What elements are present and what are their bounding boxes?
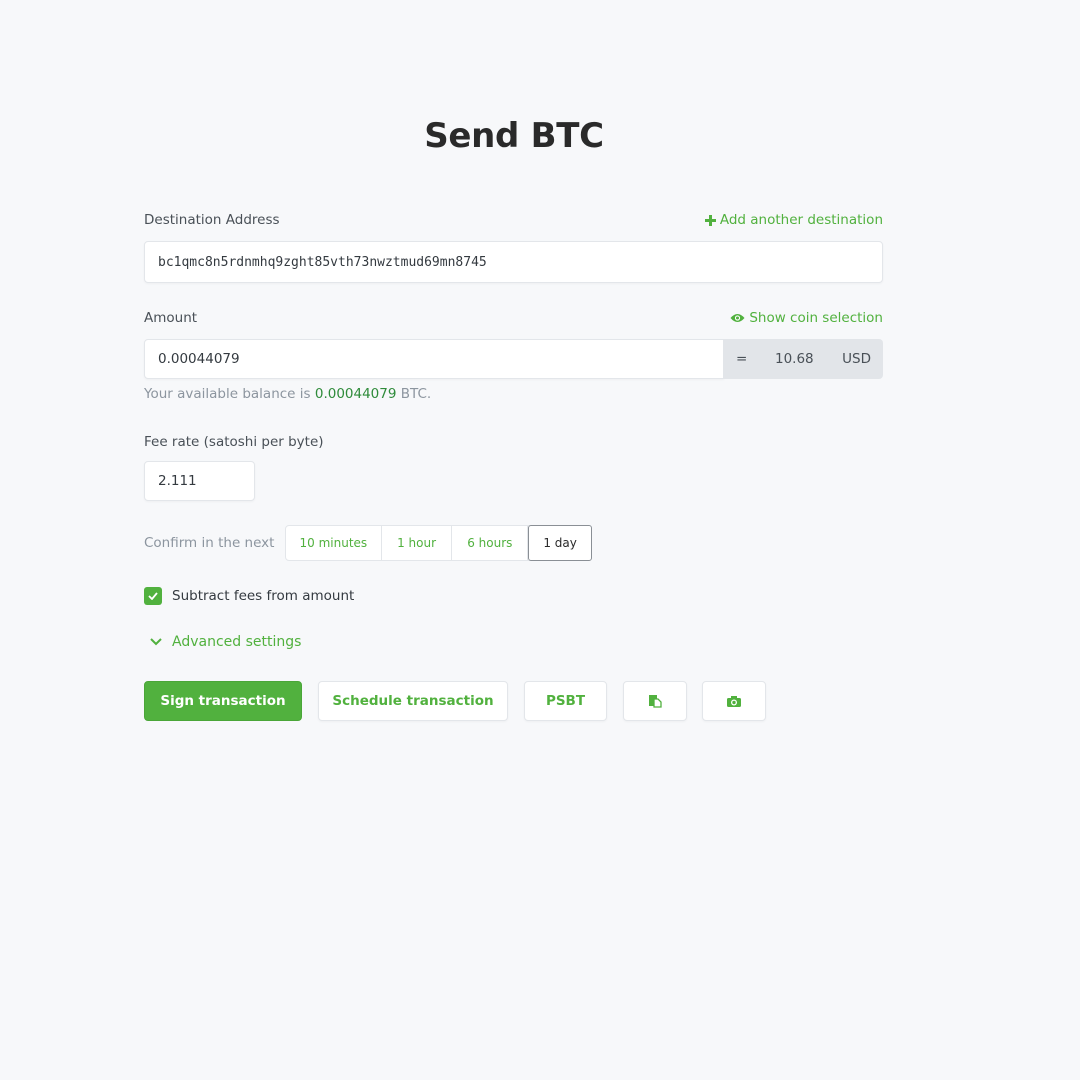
plus-icon bbox=[704, 214, 716, 226]
confirm-option-1-day[interactable]: 1 day bbox=[528, 525, 592, 561]
destination-address-value: bc1qmc8n5rdnmhq9zght85vth73nwztmud69mn87… bbox=[158, 254, 487, 270]
fiat-conversion-addon: = 10.68 USD bbox=[723, 339, 883, 379]
schedule-transaction-button[interactable]: Schedule transaction bbox=[318, 681, 508, 721]
amount-label: Amount bbox=[144, 310, 198, 326]
fee-rate-label: Fee rate (satoshi per byte) bbox=[144, 434, 324, 450]
amount-value: 0.00044079 bbox=[158, 351, 240, 367]
confirm-option-10-minutes[interactable]: 10 minutes bbox=[286, 526, 382, 560]
confirm-option-1-hour[interactable]: 1 hour bbox=[382, 526, 453, 560]
balance-value[interactable]: 0.00044079 bbox=[315, 386, 397, 402]
show-coin-selection-label: Show coin selection bbox=[749, 310, 883, 326]
amount-label-row: Amount Show coin selection bbox=[144, 310, 883, 330]
subtract-fees-checkbox[interactable] bbox=[144, 587, 162, 605]
confirm-option-6-hours[interactable]: 6 hours bbox=[452, 526, 529, 560]
balance-suffix: BTC. bbox=[396, 386, 432, 402]
eye-icon bbox=[730, 314, 745, 322]
checkmark-icon bbox=[148, 592, 158, 600]
chevron-down-icon bbox=[150, 638, 162, 646]
fee-rate-input[interactable]: 2.111 bbox=[144, 461, 255, 501]
destination-address-input[interactable]: bc1qmc8n5rdnmhq9zght85vth73nwztmud69mn87… bbox=[144, 241, 883, 283]
advanced-settings-label: Advanced settings bbox=[172, 634, 302, 650]
show-coin-selection-link[interactable]: Show coin selection bbox=[730, 310, 883, 326]
psbt-button[interactable]: PSBT bbox=[524, 681, 607, 721]
sign-transaction-button[interactable]: Sign transaction bbox=[144, 681, 302, 721]
fee-label-row: Fee rate (satoshi per byte) bbox=[144, 434, 883, 454]
fee-rate-value: 2.111 bbox=[158, 473, 197, 489]
add-destination-link[interactable]: Add another destination bbox=[704, 212, 883, 228]
advanced-settings-toggle[interactable]: Advanced settings bbox=[150, 634, 301, 650]
confirm-label: Confirm in the next bbox=[144, 535, 275, 551]
destination-label-row: Destination Address Add another destinat… bbox=[144, 212, 883, 232]
subtract-fees-label[interactable]: Subtract fees from amount bbox=[172, 588, 354, 604]
equals-sign: = bbox=[736, 351, 748, 367]
paste-button[interactable] bbox=[623, 681, 687, 721]
balance-prefix: Your available balance is bbox=[144, 386, 315, 402]
paste-icon bbox=[649, 695, 662, 708]
fiat-currency: USD bbox=[842, 351, 871, 367]
confirm-time-selector: 10 minutes 1 hour 6 hours 1 day bbox=[285, 525, 592, 561]
fiat-value: 10.68 bbox=[775, 351, 814, 367]
scan-qr-button[interactable] bbox=[702, 681, 766, 721]
page-title: Send BTC bbox=[424, 116, 604, 156]
camera-icon bbox=[727, 695, 741, 707]
amount-input[interactable]: 0.00044079 bbox=[144, 339, 724, 379]
available-balance-text: Your available balance is 0.00044079 BTC… bbox=[144, 386, 431, 402]
destination-label: Destination Address bbox=[144, 212, 280, 228]
add-destination-label: Add another destination bbox=[719, 212, 883, 228]
